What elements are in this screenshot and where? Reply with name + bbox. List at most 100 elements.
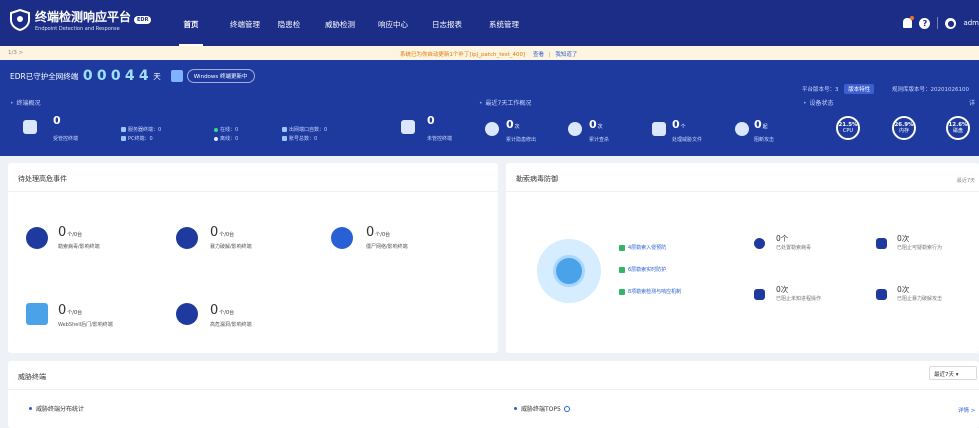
app-badge: EDR — [134, 15, 152, 24]
threat-detail-link[interactable]: 详情 > — [958, 406, 975, 414]
nav-endpoint-management[interactable]: 终端管理 — [225, 0, 265, 46]
user-name[interactable]: adm — [963, 19, 979, 27]
cpu-usage-ring[interactable]: 21.5% CPU — [836, 116, 860, 140]
top-nav: 终端检测响应平台 EDR Endpoint Detection and Respo… — [0, 0, 979, 46]
notice-text: 系统已为你自动更新1个补丁[ipj_patch_test_400] — [400, 52, 526, 58]
nav-home[interactable]: 首页 — [175, 0, 207, 46]
webshell-count[interactable]: 0个/0台 — [58, 303, 82, 318]
account-icon — [282, 136, 287, 141]
webshell-icon — [26, 303, 48, 325]
notification-bell-icon[interactable] — [903, 16, 915, 28]
nav-label: 日志报表 — [432, 20, 462, 29]
high-risk-vuln-count[interactable]: 0个/0台 — [210, 303, 234, 318]
event-value: 0 — [58, 225, 67, 240]
server-count: 服务器终端：0 — [121, 126, 161, 133]
check-icon — [619, 288, 625, 295]
windows-icon — [170, 70, 183, 82]
nav-label: 系统管理 — [489, 20, 519, 29]
offline-dot — [214, 136, 218, 141]
ransom-stat-label: 已处置勒索病毒 — [776, 245, 812, 251]
guard-label: EDR已守护全网终端 — [10, 71, 79, 81]
defense-shield-icon — [553, 255, 585, 287]
brute-force-count[interactable]: 0个/0台 — [210, 225, 234, 240]
webshell-label: WebShell后门/影响终端 — [58, 322, 113, 328]
guard-digit: 4 — [138, 68, 149, 84]
event-value: 0 — [366, 225, 375, 240]
pc-count: PC终端：0 — [121, 135, 153, 142]
weekly-value: 0 — [754, 118, 762, 131]
ransomware-handled-icon — [754, 238, 765, 249]
weekly-stat-label: 累计查杀 — [589, 137, 610, 143]
threat-distribution-title: 威胁终端分布统计 — [29, 404, 84, 413]
notice-message: 系统已为你自动更新1个补丁[ipj_patch_test_400] 查看 | 我… — [400, 50, 577, 58]
weekly-value: 0 — [589, 118, 597, 131]
notice-dismiss-link[interactable]: 我知道了 — [555, 52, 577, 58]
high-risk-vuln-label: 高危漏洞/影响终端 — [210, 322, 252, 328]
section-device-status: 设备状态 — [803, 98, 834, 107]
online-count: 在线：0 — [214, 126, 238, 133]
ransom-stat-label: 已阻止暴力破解攻击 — [897, 296, 943, 302]
weekly-stat-value: 0次 — [589, 118, 603, 131]
info-icon[interactable] — [563, 405, 570, 412]
nav-label: 响应中心 — [378, 20, 408, 29]
threat-range-select[interactable]: 最近7天 ▾ — [929, 366, 977, 380]
guard-digit: 0 — [82, 68, 93, 84]
threat-distribution-label: 威胁终端分布统计 — [36, 406, 85, 413]
threat-endpoints-title: 威胁终端 — [18, 373, 46, 381]
nav-system-management[interactable]: 系统管理 — [484, 0, 524, 46]
ransomware-label: 勒索病毒/影响终端 — [58, 244, 100, 250]
weekly-stat-label: 累计隐患修出 — [506, 137, 537, 143]
notice-view-link[interactable]: 查看 — [533, 52, 544, 58]
device-detail-link[interactable]: 详 — [969, 98, 975, 107]
notice-pager[interactable]: 1/3 > — [8, 50, 23, 56]
version-features-button[interactable]: 版本特性 — [844, 84, 875, 94]
notice-bar: 1/3 > 系统已为你自动更新1个补丁[ipj_patch_test_400] … — [0, 46, 979, 60]
disk-usage-ring[interactable]: 12.6% 磁盘 — [946, 116, 970, 140]
weekly-stat-value: 0起 — [754, 118, 768, 131]
defense-label: 6层勒索实时防护 — [628, 267, 667, 273]
ransom-stat-value: 0个 — [776, 234, 789, 243]
attack-block-icon — [735, 122, 749, 136]
ransomware-defense-title: 勒索病毒防御 — [516, 175, 558, 183]
defense-item[interactable]: 4层勒索入侵预防 — [619, 244, 666, 251]
check-icon — [619, 266, 625, 273]
brute-force-label: 暴力破解/影响终端 — [210, 244, 252, 250]
ransom-stat-value: 0次 — [897, 285, 910, 294]
botnet-count[interactable]: 0个/0台 — [366, 225, 390, 240]
threat-endpoints-card: 威胁终端 — [8, 361, 979, 428]
exposed-port-count: 出网端口自数：0 — [282, 126, 327, 133]
weekly-unit: 起 — [762, 124, 768, 130]
divider — [8, 191, 498, 192]
shield-logo-icon — [10, 9, 30, 31]
unmanaged-label: 未管控终端 — [427, 136, 453, 142]
nav-threat-detection[interactable]: 威胁检测 — [320, 0, 360, 46]
defense-label: 8项勒索检测与响应机制 — [628, 289, 682, 295]
rule-version: 规则库版本号：20201026100 — [892, 87, 969, 93]
check-icon — [619, 244, 625, 251]
guard-digits: 0 0 0 4 4 — [82, 68, 149, 84]
offline-count: 离线：0 — [214, 135, 238, 142]
ransomware-count[interactable]: 0个/0台 — [58, 225, 82, 240]
unmanaged-count: 0 — [427, 114, 435, 127]
nav-label: 隐患检 — [277, 20, 301, 29]
ransomware-range[interactable]: 最近7天 — [957, 177, 975, 184]
defense-item[interactable]: 6层勒索实时防护 — [619, 266, 666, 273]
user-avatar-icon[interactable]: ● — [945, 17, 957, 29]
windows-update-pill[interactable]: Windows 终端更新中 — [186, 69, 255, 83]
port-icon — [282, 127, 287, 132]
online-dot — [214, 127, 218, 132]
nav-log-reports[interactable]: 日志报表 — [427, 0, 467, 46]
nav-response-center[interactable]: 响应中心 — [373, 0, 413, 46]
ransom-stat-label: 已阻止可疑勒索行为 — [897, 245, 943, 251]
brute-force-block-icon — [876, 289, 887, 300]
weekly-stat-value: 0个 — [672, 118, 686, 131]
memory-usage-ring[interactable]: 26.9% 内存 — [892, 116, 916, 140]
app-subtitle: Endpoint Detection and Response — [35, 26, 120, 32]
defense-label: 4层勒索入侵预防 — [628, 245, 667, 251]
help-icon[interactable]: ? — [919, 17, 931, 29]
divider — [937, 17, 939, 29]
defense-item[interactable]: 8项勒索检测与响应机制 — [619, 288, 681, 295]
app-logo[interactable]: 终端检测响应平台 EDR Endpoint Detection and Respo… — [10, 8, 152, 32]
ransom-stat-value: 0次 — [897, 234, 910, 243]
nav-vulnerability-check[interactable]: 隐患检 — [273, 0, 305, 46]
